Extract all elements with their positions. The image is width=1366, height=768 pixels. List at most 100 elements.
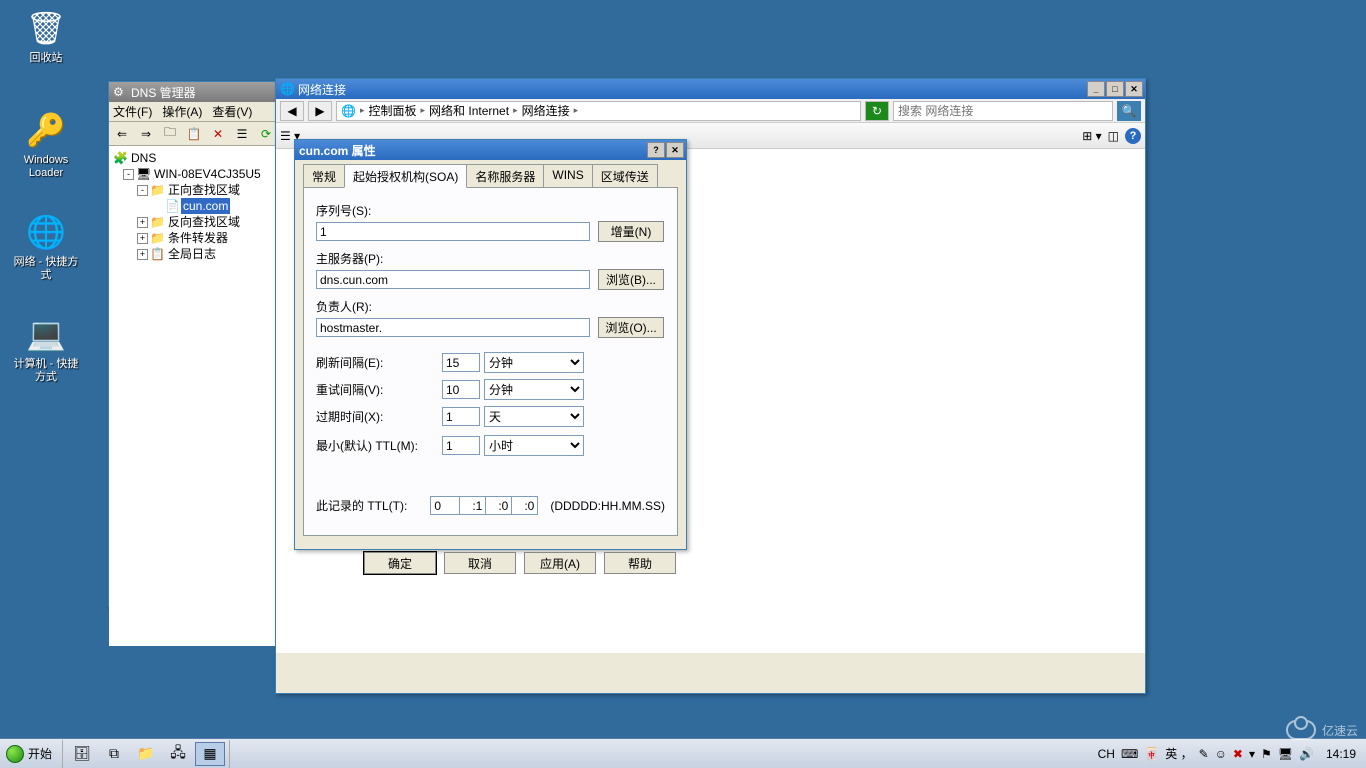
expand-icon[interactable]: + bbox=[137, 217, 148, 228]
search-button[interactable]: 🔍 bbox=[1117, 101, 1141, 121]
log-icon: 📋 bbox=[150, 246, 164, 262]
tab-general[interactable]: 常规 bbox=[303, 164, 345, 187]
tab-page-soa: 序列号(S): 增量(N) 主服务器(P): 浏览(B)... 负责人(R): … bbox=[303, 188, 678, 536]
expand-icon[interactable]: + bbox=[137, 249, 148, 260]
show-desktop-button[interactable]: ▦ bbox=[195, 742, 225, 766]
ime-punct-icon[interactable]: ✎ bbox=[1199, 747, 1209, 761]
refresh-button[interactable]: ⟳ bbox=[255, 124, 277, 144]
ime-pad-icon[interactable]: ⌨ bbox=[1121, 747, 1138, 761]
title-bar[interactable]: 🌐 网络连接 _ □ ✕ bbox=[276, 79, 1145, 99]
tree-node-forward-zones[interactable]: -📁正向查找区域 bbox=[113, 182, 280, 198]
min-ttl-unit-select[interactable]: 小时 bbox=[484, 435, 584, 456]
expand-icon[interactable]: + bbox=[137, 233, 148, 244]
network-devices-button[interactable]: 🖧 bbox=[163, 742, 193, 766]
apply-button[interactable]: 应用(A) bbox=[524, 552, 596, 574]
desktop-icon-recycle-bin[interactable]: 🗑 回收站 bbox=[10, 8, 82, 65]
delete-button[interactable]: ✕ bbox=[207, 124, 229, 144]
tree-node-server[interactable]: -🖥WIN-08EV4CJ35U5 bbox=[113, 166, 280, 182]
desktop-icon-windows-loader[interactable]: 🔑 Windows Loader bbox=[10, 110, 82, 180]
ttl-days-input[interactable] bbox=[430, 496, 460, 515]
tree-view[interactable]: 🧩DNS -🖥WIN-08EV4CJ35U5 -📁正向查找区域 📄cun.com… bbox=[109, 146, 285, 646]
filter-button[interactable]: 📋 bbox=[183, 124, 205, 144]
ttl-seconds-input[interactable] bbox=[512, 496, 538, 515]
increment-button[interactable]: 增量(N) bbox=[598, 221, 664, 242]
search-input[interactable] bbox=[898, 104, 1108, 118]
help-icon[interactable]: ? bbox=[1125, 128, 1141, 144]
ttl-minutes-input[interactable] bbox=[486, 496, 512, 515]
primary-server-input[interactable] bbox=[316, 270, 590, 289]
properties-button[interactable]: ☰ bbox=[231, 124, 253, 144]
close-button[interactable]: ✕ bbox=[1125, 81, 1143, 97]
tray-network-icon[interactable]: 🖥 bbox=[1278, 747, 1293, 761]
ttl-hours-input[interactable] bbox=[460, 496, 486, 515]
cancel-button[interactable]: 取消 bbox=[444, 552, 516, 574]
view-button[interactable]: ⊞ ▾ bbox=[1082, 129, 1101, 143]
collapse-icon[interactable]: - bbox=[123, 169, 134, 180]
title-bar[interactable]: cun.com 属性 ? ✕ bbox=[295, 140, 686, 160]
forward-button[interactable]: ▶ bbox=[308, 101, 332, 121]
refresh-button[interactable]: ↻ bbox=[865, 101, 889, 121]
breadcrumb[interactable]: 🌐 ▸ 控制面板 ▸ 网络和 Internet ▸ 网络连接 ▸ bbox=[336, 101, 861, 121]
forward-button[interactable]: ⇒ bbox=[135, 124, 157, 144]
help-button[interactable]: ? bbox=[647, 142, 665, 158]
tree-node-conditional-forwarders[interactable]: +📁条件转发器 bbox=[113, 230, 280, 246]
up-button[interactable]: 🗀 bbox=[159, 124, 181, 144]
expire-input[interactable] bbox=[442, 407, 480, 426]
clock[interactable]: 14:19 bbox=[1320, 748, 1362, 760]
desktop-icon-computer-shortcut[interactable]: 💻 计算机 - 快捷方式 bbox=[10, 314, 82, 384]
ime-settings-icon[interactable]: ✖ bbox=[1233, 747, 1243, 761]
browse-o-button[interactable]: 浏览(O)... bbox=[598, 317, 664, 338]
tree-node-cun-com[interactable]: 📄cun.com bbox=[113, 198, 280, 214]
dialog-body: 常规 起始授权机构(SOA) 名称服务器 WINS 区域传送 序列号(S): 增… bbox=[295, 160, 686, 544]
close-button[interactable]: ✕ bbox=[666, 142, 684, 158]
tab-zone-transfer[interactable]: 区域传送 bbox=[592, 164, 658, 187]
menu-action[interactable]: 操作(A) bbox=[162, 103, 202, 120]
preview-button[interactable]: ◫ bbox=[1108, 129, 1119, 143]
breadcrumb-item[interactable]: 网络和 Internet bbox=[429, 102, 509, 119]
ok-button[interactable]: 确定 bbox=[364, 552, 436, 574]
ime-options-icon[interactable]: ▾ bbox=[1249, 747, 1255, 761]
maximize-button[interactable]: □ bbox=[1106, 81, 1124, 97]
start-orb-icon bbox=[6, 745, 24, 763]
minimize-button[interactable]: _ bbox=[1087, 81, 1105, 97]
chevron-icon: ▸ bbox=[360, 105, 365, 116]
watermark-text: 亿速云 bbox=[1322, 722, 1358, 739]
tree-node-global-log[interactable]: +📋全局日志 bbox=[113, 246, 280, 262]
tab-strip: 常规 起始授权机构(SOA) 名称服务器 WINS 区域传送 bbox=[303, 164, 678, 188]
tab-name-servers[interactable]: 名称服务器 bbox=[466, 164, 544, 187]
menu-file[interactable]: 文件(F) bbox=[113, 103, 152, 120]
ime-mode-indicator[interactable]: 英 ， bbox=[1165, 745, 1192, 762]
menu-view[interactable]: 查看(V) bbox=[212, 103, 252, 120]
start-button[interactable]: 开始 bbox=[0, 740, 63, 768]
ime-cn-icon[interactable]: 🀄 bbox=[1144, 747, 1159, 761]
server-manager-button[interactable]: 🗄 bbox=[67, 742, 97, 766]
tree-node-reverse-zones[interactable]: +📁反向查找区域 bbox=[113, 214, 280, 230]
explorer-button[interactable]: 📁 bbox=[131, 742, 161, 766]
breadcrumb-item[interactable]: 控制面板 bbox=[368, 102, 416, 119]
min-ttl-input[interactable] bbox=[442, 436, 480, 455]
responsible-input[interactable] bbox=[316, 318, 590, 337]
tray-volume-icon[interactable]: 🔊 bbox=[1299, 747, 1314, 761]
back-button[interactable]: ◀ bbox=[280, 101, 304, 121]
back-button[interactable]: ⇐ bbox=[111, 124, 133, 144]
server-icon: 🖥 bbox=[136, 166, 150, 182]
ime-emoji-icon[interactable]: ☺ bbox=[1215, 747, 1227, 761]
collapse-icon[interactable]: - bbox=[137, 185, 148, 196]
tree-node-dns[interactable]: 🧩DNS bbox=[113, 150, 280, 166]
serial-input[interactable] bbox=[316, 222, 590, 241]
search-box[interactable] bbox=[893, 101, 1113, 121]
tab-soa[interactable]: 起始授权机构(SOA) bbox=[344, 164, 467, 188]
browse-b-button[interactable]: 浏览(B)... bbox=[598, 269, 664, 290]
retry-unit-select[interactable]: 分钟 bbox=[484, 379, 584, 400]
help-button[interactable]: 帮助 bbox=[604, 552, 676, 574]
desktop-icon-network-shortcut[interactable]: 🌐 网络 - 快捷方式 bbox=[10, 212, 82, 282]
tab-wins[interactable]: WINS bbox=[543, 164, 592, 187]
tray-flag-icon[interactable]: ⚑ bbox=[1261, 747, 1272, 761]
refresh-unit-select[interactable]: 分钟 bbox=[484, 352, 584, 373]
breadcrumb-item[interactable]: 网络连接 bbox=[522, 102, 570, 119]
ime-ch-indicator[interactable]: CH bbox=[1098, 747, 1115, 761]
refresh-interval-input[interactable] bbox=[442, 353, 480, 372]
powershell-button[interactable]: ⧉ bbox=[99, 742, 129, 766]
expire-unit-select[interactable]: 天 bbox=[484, 406, 584, 427]
retry-interval-input[interactable] bbox=[442, 380, 480, 399]
